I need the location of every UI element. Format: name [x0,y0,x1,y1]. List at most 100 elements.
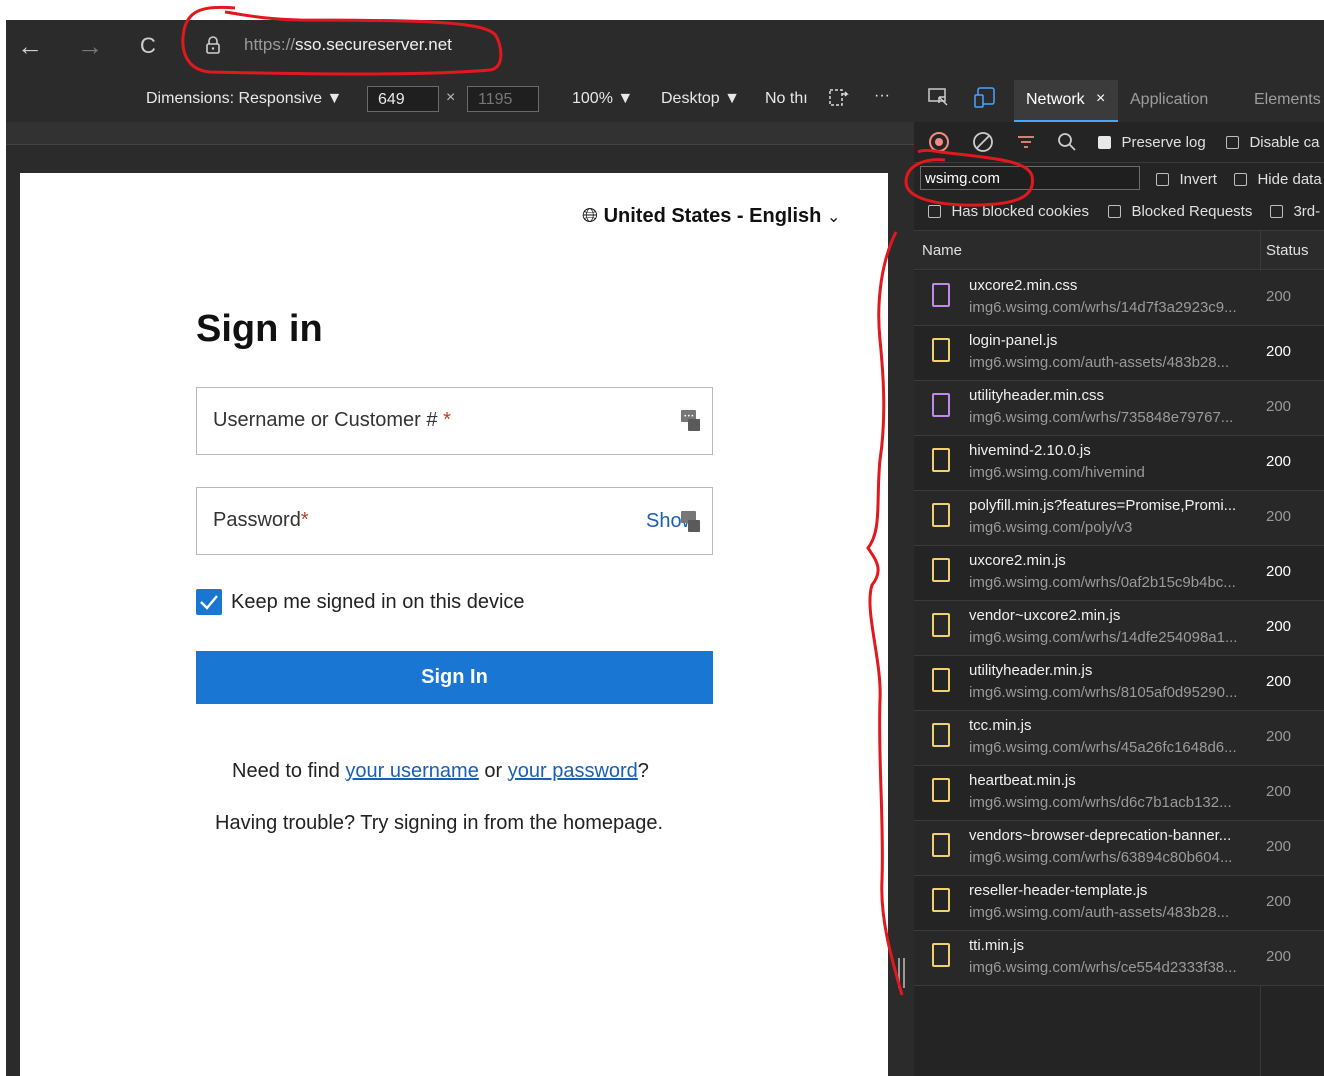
hide-data-checkbox[interactable] [1234,173,1247,186]
request-row[interactable]: tcc.min.js img6.wsimg.com/wrhs/45a26fc164… [914,711,1324,766]
js-file-icon [932,943,950,967]
locale-selector[interactable]: 🌐︎ United States - English ⌄ [582,205,840,228]
request-url: img6.wsimg.com/wrhs/14d7f3a2923c9... [969,299,1237,316]
or-text: or [478,760,508,782]
request-url: img6.wsimg.com/wrhs/0af2b15c9b4bc... [969,574,1236,591]
rotate-icon[interactable] [828,88,850,113]
request-url: img6.wsimg.com/poly/v3 [969,519,1133,536]
device-emulation-icon[interactable] [974,87,996,114]
password-manager-icon[interactable] [681,511,700,533]
request-row[interactable]: vendor~uxcore2.min.js img6.wsimg.com/wrhs… [914,601,1324,656]
js-file-icon [932,833,950,857]
request-row[interactable]: uxcore2.min.css img6.wsimg.com/wrhs/14d7f… [914,271,1324,326]
request-row[interactable]: heartbeat.min.js img6.wsimg.com/wrhs/d6c7… [914,766,1324,821]
disable-cache-checkbox[interactable] [1226,136,1239,149]
zoom-label: 100% [572,90,613,107]
request-row[interactable]: login-panel.js img6.wsimg.com/auth-assets… [914,326,1324,381]
invert-toggle[interactable]: Invert [1156,171,1217,189]
request-row[interactable]: uxcore2.min.js img6.wsimg.com/wrhs/0af2b1… [914,546,1324,601]
zoom-dropdown[interactable]: 100% ▼ [572,90,633,108]
address-bar: ← → C https://sso.secureserver.net [6,20,1324,72]
request-name: vendor~uxcore2.min.js [969,607,1121,624]
blocked-requests-checkbox[interactable] [1108,205,1121,218]
lock-icon[interactable] [206,36,220,54]
throttle-dropdown[interactable]: No thı [765,90,808,108]
request-name: tti.min.js [969,937,1025,954]
invert-checkbox[interactable] [1156,173,1169,186]
clear-icon[interactable] [972,131,994,158]
filter-icon[interactable] [1016,133,1036,156]
request-status: 200 [1266,343,1292,360]
close-icon[interactable]: × [1096,90,1105,108]
request-status: 200 [1266,563,1292,580]
request-name: heartbeat.min.js [969,772,1076,789]
password-field[interactable]: Password* Show [196,487,713,555]
height-input[interactable]: 1195 [467,86,539,112]
filter-input[interactable]: wsimg.com [920,166,1140,190]
password-link[interactable]: your password [508,760,638,782]
tab-network[interactable]: Network × [1014,80,1118,122]
request-row[interactable]: tti.min.js img6.wsimg.com/wrhs/ce554d2333… [914,931,1324,986]
request-row[interactable]: vendors~browser-deprecation-banner... img… [914,821,1324,876]
keep-signed-in-checkbox[interactable] [196,589,222,615]
has-blocked-cookies-toggle[interactable]: Has blocked cookies [928,203,1089,221]
preserve-log-toggle[interactable]: Preserve log [1098,134,1206,152]
third-party-toggle[interactable]: 3rd- [1270,203,1320,221]
back-button[interactable]: ← [10,20,50,72]
password-manager-icon[interactable]: ••• [681,410,700,432]
request-name: vendors~browser-deprecation-banner... [969,827,1232,844]
username-link[interactable]: your username [345,760,478,782]
tab-application[interactable]: Application [1130,91,1208,109]
request-name: tcc.min.js [969,717,1032,734]
column-header-status[interactable]: Status [1266,242,1309,259]
width-input[interactable]: 649 [367,86,439,112]
request-url: img6.wsimg.com/wrhs/63894c80b604... [969,849,1233,866]
search-icon[interactable] [1056,131,1078,158]
column-divider[interactable] [1260,231,1261,271]
sign-in-button[interactable]: Sign In [196,651,713,704]
third-party-checkbox[interactable] [1270,205,1283,218]
css-file-icon [932,393,950,417]
device-mode-dropdown[interactable]: Desktop ▼ [661,90,740,108]
request-name: login-panel.js [969,332,1058,349]
caret-down-icon: ▼ [617,90,634,107]
forward-button[interactable]: → [70,20,110,72]
has-blocked-cookies-checkbox[interactable] [928,205,941,218]
keep-signed-in-label[interactable]: Keep me signed in on this device [231,591,525,614]
resize-handle-line [898,958,900,988]
disable-cache-toggle[interactable]: Disable ca [1226,134,1320,152]
blocked-requests-toggle[interactable]: Blocked Requests [1108,203,1252,221]
username-field[interactable]: Username or Customer # * ••• [196,387,713,455]
dimensions-dropdown[interactable]: Dimensions: Responsive ▼ [146,90,342,108]
request-row[interactable]: utilityheader.min.css img6.wsimg.com/wrhs… [914,381,1324,436]
third-party-label: 3rd- [1293,203,1321,220]
url-field[interactable]: https://sso.secureserver.net [244,35,452,55]
column-header-name[interactable]: Name [922,242,962,259]
caret-down-icon: ▼ [326,90,343,107]
request-status: 200 [1266,728,1292,745]
preserve-log-checkbox[interactable] [1098,136,1111,149]
request-url: img6.wsimg.com/auth-assets/483b28... [969,354,1230,371]
inspect-element-icon[interactable] [928,88,950,113]
hide-data-toggle[interactable]: Hide data [1234,171,1322,189]
record-icon[interactable] [928,131,950,158]
request-row[interactable]: reseller-header-template.js img6.wsimg.co… [914,876,1324,931]
tab-network-label: Network [1026,91,1085,108]
disable-cache-label: Disable ca [1249,134,1320,151]
request-name: hivemind-2.10.0.js [969,442,1091,459]
has-blocked-cookies-label: Has blocked cookies [951,203,1090,220]
request-row[interactable]: hivemind-2.10.0.js img6.wsimg.com/hivemin… [914,436,1324,491]
question-mark: ? [637,760,649,782]
request-name: utilityheader.min.js [969,662,1093,679]
request-row[interactable]: utilityheader.min.js img6.wsimg.com/wrhs/… [914,656,1324,711]
tab-elements[interactable]: Elements [1254,91,1321,109]
reload-button[interactable]: C [128,20,168,72]
request-name: uxcore2.min.css [969,277,1078,294]
request-row[interactable]: polyfill.min.js?features=Promise,Promi..… [914,491,1324,546]
request-status: 200 [1266,838,1292,855]
js-file-icon [932,503,950,527]
ruler-spacer [6,145,914,173]
more-options-icon[interactable]: ··· [874,87,890,105]
resize-gutter[interactable] [888,173,914,1076]
js-file-icon [932,558,950,582]
